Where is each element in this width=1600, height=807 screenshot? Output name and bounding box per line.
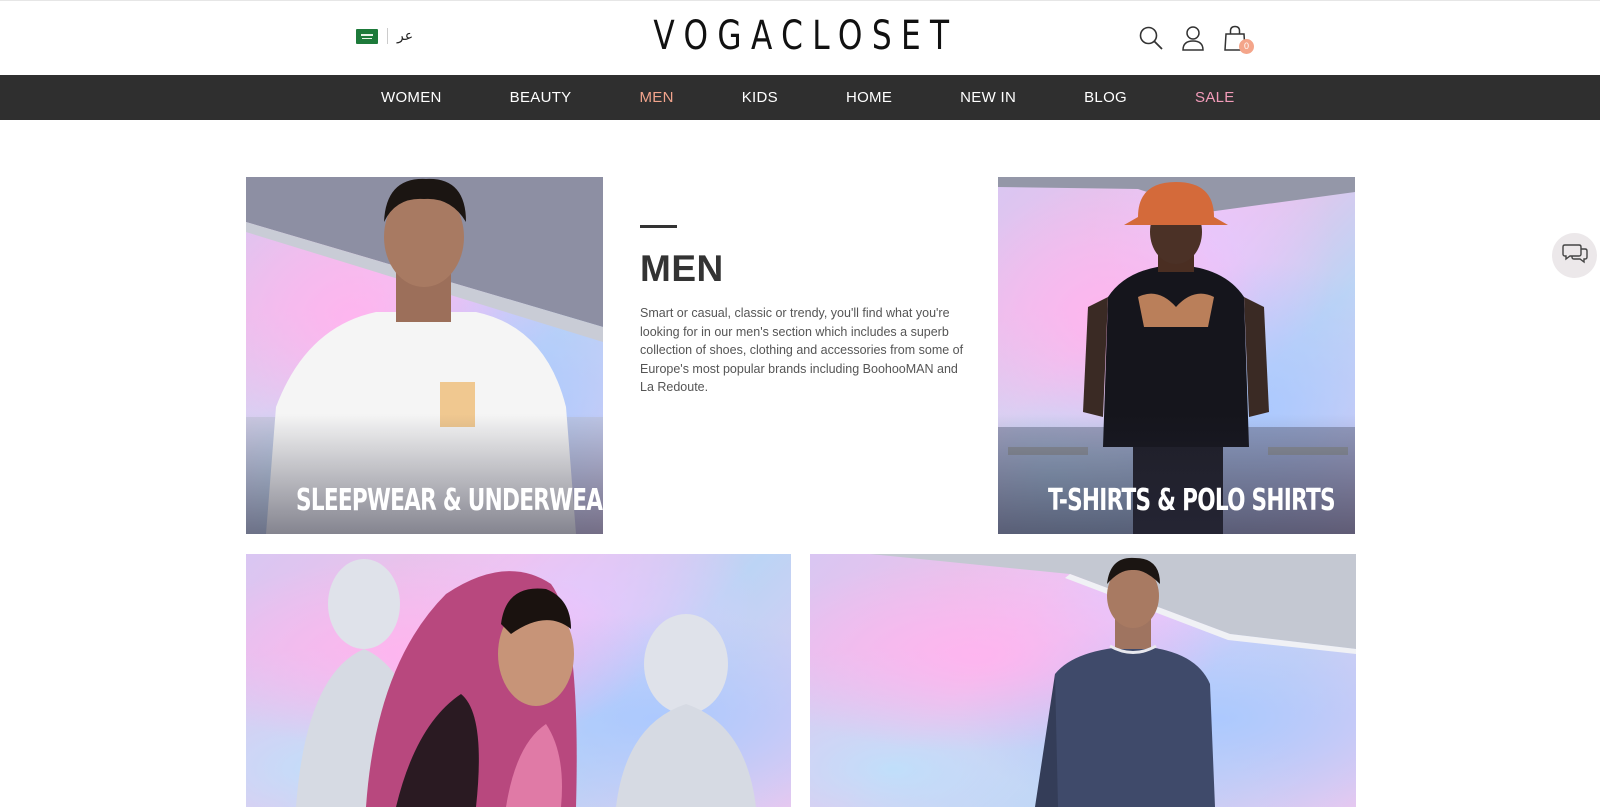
tile-label: SLEEPWEAR & UNDERWEAR [295, 483, 603, 518]
cart-count-badge: 0 [1239, 39, 1254, 54]
model-photo [296, 559, 756, 807]
category-intro: MEN Smart or casual, classic or trendy, … [640, 225, 965, 397]
category-tile-sleepwear[interactable]: SLEEPWEAR & UNDERWEAR [246, 177, 603, 534]
category-tile-knitwear[interactable] [810, 554, 1356, 807]
nav-item-women[interactable]: WOMEN [381, 89, 442, 106]
user-icon[interactable] [1180, 23, 1206, 53]
nav-item-men[interactable]: MEN [640, 89, 674, 106]
main-nav: WOMEN BEAUTY MEN KIDS HOME NEW IN BLOG S… [0, 75, 1600, 120]
language-switcher[interactable]: عر [356, 28, 413, 44]
category-description: Smart or casual, classic or trendy, you'… [640, 306, 964, 394]
saudi-flag-icon [356, 28, 378, 44]
language-label[interactable]: عر [397, 28, 413, 44]
chat-icon [1561, 242, 1588, 269]
nav-item-new-in[interactable]: NEW IN [960, 89, 1016, 106]
nav-item-sale[interactable]: SALE [1195, 89, 1235, 106]
cart-icon[interactable]: 0 [1222, 23, 1254, 54]
nav-item-kids[interactable]: KIDS [742, 89, 778, 106]
divider [387, 28, 388, 44]
title-rule [640, 225, 677, 228]
nav-item-blog[interactable]: BLOG [1084, 89, 1127, 106]
header-icons: 0 [1138, 23, 1254, 54]
site-logo[interactable]: VOGACLOSET [644, 13, 956, 59]
category-tile-hoodies[interactable] [246, 554, 791, 807]
category-tile-tshirts[interactable]: T-SHIRTS & POLO SHIRTS [998, 177, 1355, 534]
site-header: عر VOGACLOSET 0 [0, 0, 1600, 75]
chat-button[interactable] [1552, 233, 1597, 278]
nav-item-home[interactable]: HOME [846, 89, 892, 106]
tile-label: T-SHIRTS & POLO SHIRTS [1047, 483, 1336, 518]
model-photo [1035, 557, 1215, 807]
search-icon[interactable] [1138, 23, 1164, 53]
nav-item-beauty[interactable]: BEAUTY [510, 89, 572, 106]
page-title: MEN [640, 248, 724, 289]
